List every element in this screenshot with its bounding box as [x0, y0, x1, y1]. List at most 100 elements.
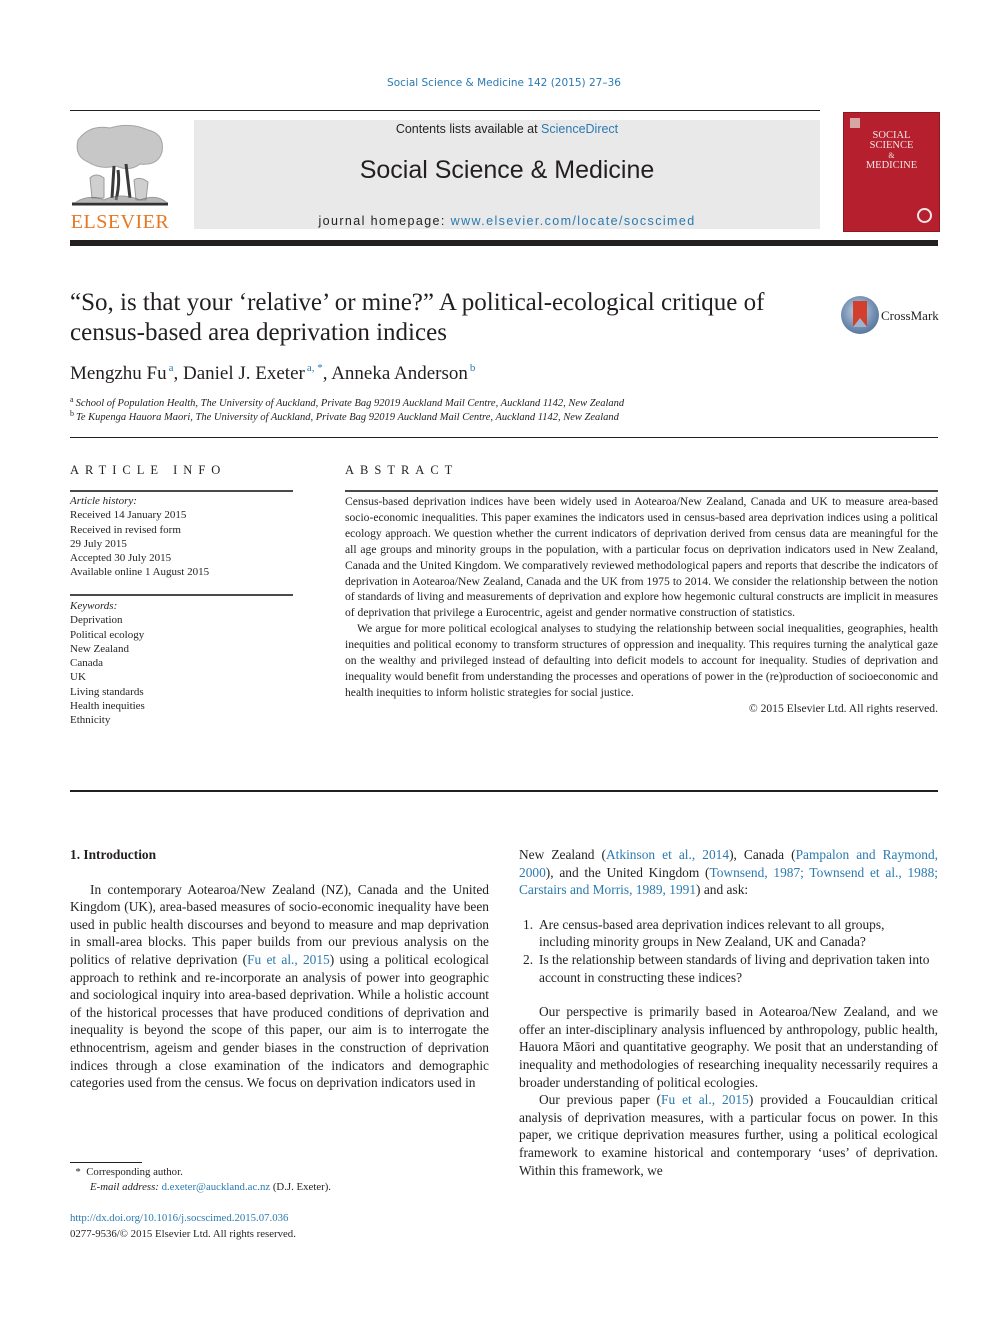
contents-prefix: Contents lists available at [395, 122, 542, 136]
article-history: Article history: Received 14 January 201… [70, 494, 300, 580]
question-number: 1. [523, 916, 534, 932]
author-affiliation-mark[interactable]: a [169, 362, 174, 374]
journal-cover-thumbnail[interactable]: SOCIAL SCIENCE & MEDICINE [843, 112, 940, 232]
elsevier-wordmark: ELSEVIER [70, 211, 170, 233]
author-affiliation-mark[interactable]: b [470, 362, 476, 374]
contents-line: Contents lists available at ScienceDirec… [194, 122, 820, 136]
keywords-label: Keywords: [70, 600, 118, 612]
crossmark-badge[interactable]: CrossMark [841, 296, 941, 336]
article-history-label: Article history: [70, 495, 137, 507]
cover-title-line: SCIENCE [869, 140, 914, 151]
abstract-body: Census-based deprivation indices have be… [345, 494, 938, 717]
affiliation-text: Te Kupenga Hauora Maori, The University … [76, 412, 619, 423]
keyword: UK [70, 671, 86, 684]
paragraph-text: Our previous paper ( [539, 1092, 661, 1108]
crossmark-notch [853, 318, 867, 327]
abstract-copyright: © 2015 Elsevier Ltd. All rights reserved… [748, 701, 938, 715]
affiliation-text: School of Population Health, The Univers… [75, 398, 625, 409]
history-entry: Available online 1 August 2015 [70, 566, 210, 579]
affiliation-mark: b [70, 409, 74, 418]
keyword: Ethnicity [70, 714, 111, 727]
paragraph-text: ) and ask: [696, 882, 749, 898]
keyword: Health inequities [70, 700, 145, 713]
article-info-rule [70, 490, 293, 492]
history-entry: Accepted 30 July 2015 [70, 552, 172, 565]
article-title: “So, is that your ‘relative’ or mine?” A… [70, 289, 765, 346]
abstract-paragraph: Census-based deprivation indices have be… [345, 495, 938, 620]
crossmark-label: CrossMark [881, 308, 939, 323]
body-paragraph: In contemporary Aotearoa/New Zealand (NZ… [70, 881, 489, 1092]
research-questions: 1. Are census-based area deprivation indi… [519, 916, 938, 986]
keyword: New Zealand [70, 642, 129, 655]
keyword: Deprivation [70, 614, 123, 627]
email-suffix: (D.J. Exeter). [270, 1181, 331, 1193]
elsevier-logo[interactable]: ELSEVIER [70, 120, 170, 233]
paragraph-text: ), Canada ( [729, 847, 796, 862]
research-question: 2. Is the relationship between standards … [519, 951, 938, 986]
author-name[interactable]: Daniel J. Exeter [183, 363, 305, 384]
homepage-link[interactable]: www.elsevier.com/locate/socscimed [451, 214, 696, 228]
history-entry: Received in revised form [70, 523, 181, 536]
keywords-rule [70, 594, 293, 596]
keyword: Canada [70, 657, 103, 670]
abstract-heading: ABSTRACT [345, 463, 459, 477]
citation-link[interactable]: Fu et al., 2015 [247, 952, 330, 967]
question-text: Is the relationship between standards of… [539, 951, 930, 985]
author-list: Mengzhu Fu a, Daniel J. Exeter a, *, Annek… [70, 362, 476, 384]
header-thick-rule [70, 240, 938, 246]
keyword: Political ecology [70, 628, 145, 641]
citation-link[interactable]: Fu et al., 2015 [661, 1092, 749, 1107]
paragraph-text: ) using a political ecological approach … [70, 951, 489, 1091]
doi-block: http://dx.doi.org/10.1016/j.socscimed.20… [70, 1210, 296, 1242]
footnote-text: Corresponding author. [86, 1166, 183, 1178]
doi-link[interactable]: http://dx.doi.org/10.1016/j.socscimed.20… [70, 1210, 296, 1226]
elsevier-tree-icon [70, 120, 170, 212]
email-label: E-mail address: [90, 1181, 159, 1193]
body-paragraph: Our perspective is primarily based in Ao… [519, 1004, 938, 1090]
corresponding-author-footnote: * Corresponding author. E-mail address: … [70, 1165, 331, 1195]
affiliation: b Te Kupenga Hauora Maori, The University… [70, 409, 619, 423]
research-question: 1. Are census-based area deprivation indi… [519, 916, 938, 951]
cover-title-line: MEDICINE [865, 160, 918, 171]
journal-reference[interactable]: Social Science & Medicine 142 (2015) 27–… [0, 77, 992, 89]
body-column-right: New Zealand (Atkinson et al., 2014), Can… [519, 846, 938, 1179]
footnote-line: E-mail address: d.exeter@auckland.ac.nz … [70, 1180, 331, 1195]
paragraph-text: ), and the United Kingdom ( [545, 864, 710, 880]
body-paragraph: Our previous paper (Fu et al., 2015) pro… [519, 1091, 938, 1179]
sciencedirect-link[interactable]: ScienceDirect [541, 122, 618, 136]
cover-publisher-mark-icon [850, 118, 860, 128]
history-entry: 29 July 2015 [70, 537, 127, 550]
author-affiliation-mark[interactable]: a, * [307, 362, 323, 374]
article-info-heading: ARTICLE INFO [70, 463, 227, 477]
affiliation: a School of Population Health, The Univer… [70, 395, 624, 409]
body-paragraph: New Zealand (Atkinson et al., 2014), Can… [519, 846, 938, 899]
citation-link[interactable]: Atkinson et al., 2014 [606, 847, 729, 862]
issn-copyright: 0277-9536/© 2015 Elsevier Ltd. All right… [70, 1228, 296, 1240]
keyword: Living standards [70, 685, 144, 698]
homepage-prefix: journal homepage: [318, 214, 451, 228]
homepage-line: journal homepage: www.elsevier.com/locat… [194, 214, 820, 228]
footnote-rule [70, 1162, 142, 1163]
affiliation-mark: a [70, 395, 74, 404]
keywords: Keywords: Deprivation Political ecology … [70, 599, 300, 728]
abstract-rule [345, 490, 938, 492]
cover-seal-icon [917, 208, 932, 223]
history-entry: Received 14 January 2015 [70, 509, 187, 522]
header-top-rule [70, 110, 820, 111]
footnote-mark: * [75, 1166, 81, 1178]
abstract-paragraph: We argue for more political ecological a… [345, 622, 938, 699]
journal-name: Social Science & Medicine [359, 156, 655, 184]
author-name[interactable]: Mengzhu Fu [70, 363, 167, 384]
question-number: 2. [523, 951, 534, 967]
cover-title: SOCIAL SCIENCE & MEDICINE [844, 130, 939, 171]
section-heading: 1. Introduction [70, 847, 157, 862]
paragraph-text: New Zealand ( [519, 847, 606, 862]
email-link[interactable]: d.exeter@auckland.ac.nz [162, 1181, 271, 1193]
front-matter-divider [70, 790, 938, 792]
footnote-line: * Corresponding author. [70, 1165, 331, 1180]
author-name[interactable]: Anneka Anderson [331, 363, 468, 384]
journal-banner: Contents lists available at ScienceDirec… [194, 120, 820, 229]
question-text: Are census-based area deprivation indice… [539, 916, 885, 950]
title-divider [70, 437, 938, 438]
body-column-left: 1. Introduction In contemporary Aotearoa… [70, 846, 489, 1092]
